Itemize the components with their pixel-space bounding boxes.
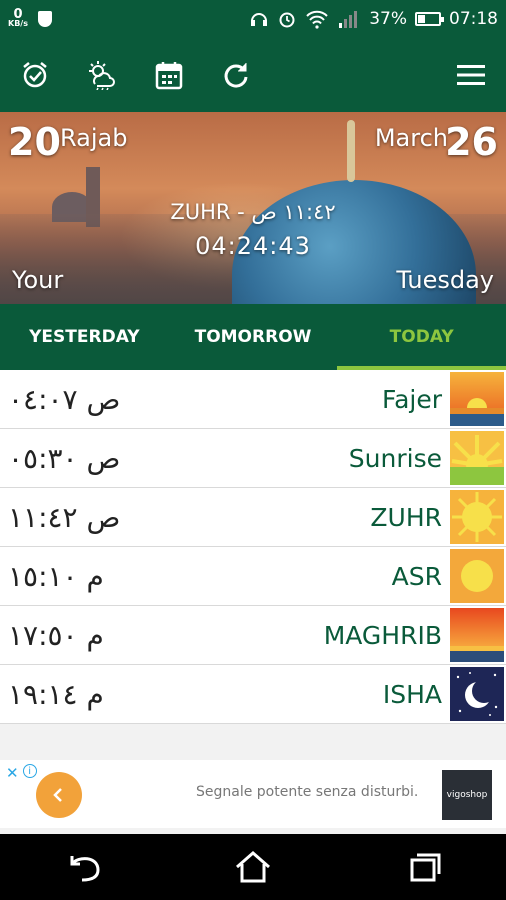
tab-yesterday[interactable]: YESTERDAY xyxy=(0,304,169,370)
prayer-time: ص ٠٥:٣٠ xyxy=(8,441,121,475)
calendar-icon[interactable] xyxy=(152,58,186,92)
ad-info-icon[interactable]: i xyxy=(22,764,37,778)
prayer-name: ZUHR xyxy=(370,502,442,532)
headphones-icon xyxy=(251,13,268,26)
afternoon-sun-icon xyxy=(450,549,504,603)
prayer-row-asr[interactable]: م ١٥:١٠ ASR xyxy=(0,547,506,606)
prayer-time: م ١٧:٥٠ xyxy=(8,618,104,652)
hero-banner: 20 Rajab March 26 ZUHR - ١١:٤٢ ص 04:24:4… xyxy=(0,112,506,304)
prayer-row-maghrib[interactable]: م ١٧:٥٠ MAGHRIB xyxy=(0,606,506,665)
ad-text: Segnale potente senza disturbi. xyxy=(196,784,419,800)
tab-tomorrow[interactable]: TOMORROW xyxy=(169,304,338,370)
prayer-row-fajer[interactable]: ص ٠٤:٠٧ Fajer xyxy=(0,370,506,429)
location-label[interactable]: Your xyxy=(12,266,63,294)
prayer-time: ص ٠٤:٠٧ xyxy=(8,382,121,416)
prayer-time: م ١٥:١٠ xyxy=(8,559,104,593)
sunset-icon xyxy=(450,608,504,662)
network-speed: 0 KB/s xyxy=(8,7,28,28)
refresh-icon[interactable] xyxy=(219,58,253,92)
ad-back-button[interactable] xyxy=(36,772,82,818)
prayer-time: ص ١١:٤٢ xyxy=(8,500,121,534)
shield-icon xyxy=(37,11,52,27)
battery-percent: 37% xyxy=(369,9,407,29)
weekday-label: Tuesday xyxy=(396,266,494,294)
prayer-name: ISHA xyxy=(382,679,442,709)
prayer-row-sunrise[interactable]: ص ٠٥:٣٠ Sunrise xyxy=(0,429,506,488)
prayer-times-list: ص ٠٤:٠٧ Fajer ص ٠٥:٣٠ Sunrise ص ١١:٤٢ ZU… xyxy=(0,370,506,724)
status-bar: 0 KB/s 37% 07:18 xyxy=(0,0,506,38)
sunrise-icon xyxy=(450,431,504,485)
toolbar xyxy=(0,38,506,112)
countdown-timer: 04:24:43 xyxy=(195,232,311,260)
weather-icon[interactable] xyxy=(85,58,119,92)
prayer-time: م ١٩:١٤ xyxy=(8,677,104,711)
menu-icon[interactable] xyxy=(454,58,488,92)
ad-close-icon[interactable]: ✕ xyxy=(6,764,19,782)
wifi-icon xyxy=(306,10,328,29)
alarm-status-icon xyxy=(279,12,295,28)
recent-apps-icon[interactable] xyxy=(402,850,442,884)
prayer-name: MAGHRIB xyxy=(323,620,442,650)
tab-today[interactable]: TODAY xyxy=(337,304,506,370)
prayer-name: Fajer xyxy=(381,384,442,414)
speed-unit: KB/s xyxy=(8,19,28,28)
prayer-row-isha[interactable]: م ١٩:١٤ ISHA xyxy=(0,665,506,724)
alarm-icon[interactable] xyxy=(18,58,52,92)
ad-banner[interactable]: ✕ i Segnale potente senza disturbi. vigo… xyxy=(0,760,506,828)
navigation-bar xyxy=(0,834,506,900)
back-icon[interactable] xyxy=(64,850,104,884)
prayer-name: ASR xyxy=(391,561,442,591)
home-icon[interactable] xyxy=(233,850,273,884)
gregorian-day: 26 xyxy=(445,120,498,164)
clock: 07:18 xyxy=(449,9,498,29)
hijri-month: Rajab xyxy=(60,124,128,152)
dawn-icon xyxy=(450,372,504,426)
chevron-left-icon xyxy=(53,788,62,802)
signal-icon xyxy=(339,11,358,28)
night-moon-icon xyxy=(450,667,504,721)
prayer-row-zuhr[interactable]: ص ١١:٤٢ ZUHR xyxy=(0,488,506,547)
speed-value: 0 xyxy=(13,7,23,22)
hijri-day: 20 xyxy=(8,120,61,164)
ad-logo: vigoshop xyxy=(442,770,492,820)
noon-sun-icon xyxy=(450,490,504,544)
battery-icon xyxy=(415,12,444,26)
prayer-name: Sunrise xyxy=(348,443,442,473)
next-prayer: ZUHR - ١١:٤٢ ص xyxy=(170,200,336,224)
gregorian-month: March xyxy=(374,124,448,152)
day-tabs: YESTERDAY TOMORROW TODAY xyxy=(0,304,506,370)
